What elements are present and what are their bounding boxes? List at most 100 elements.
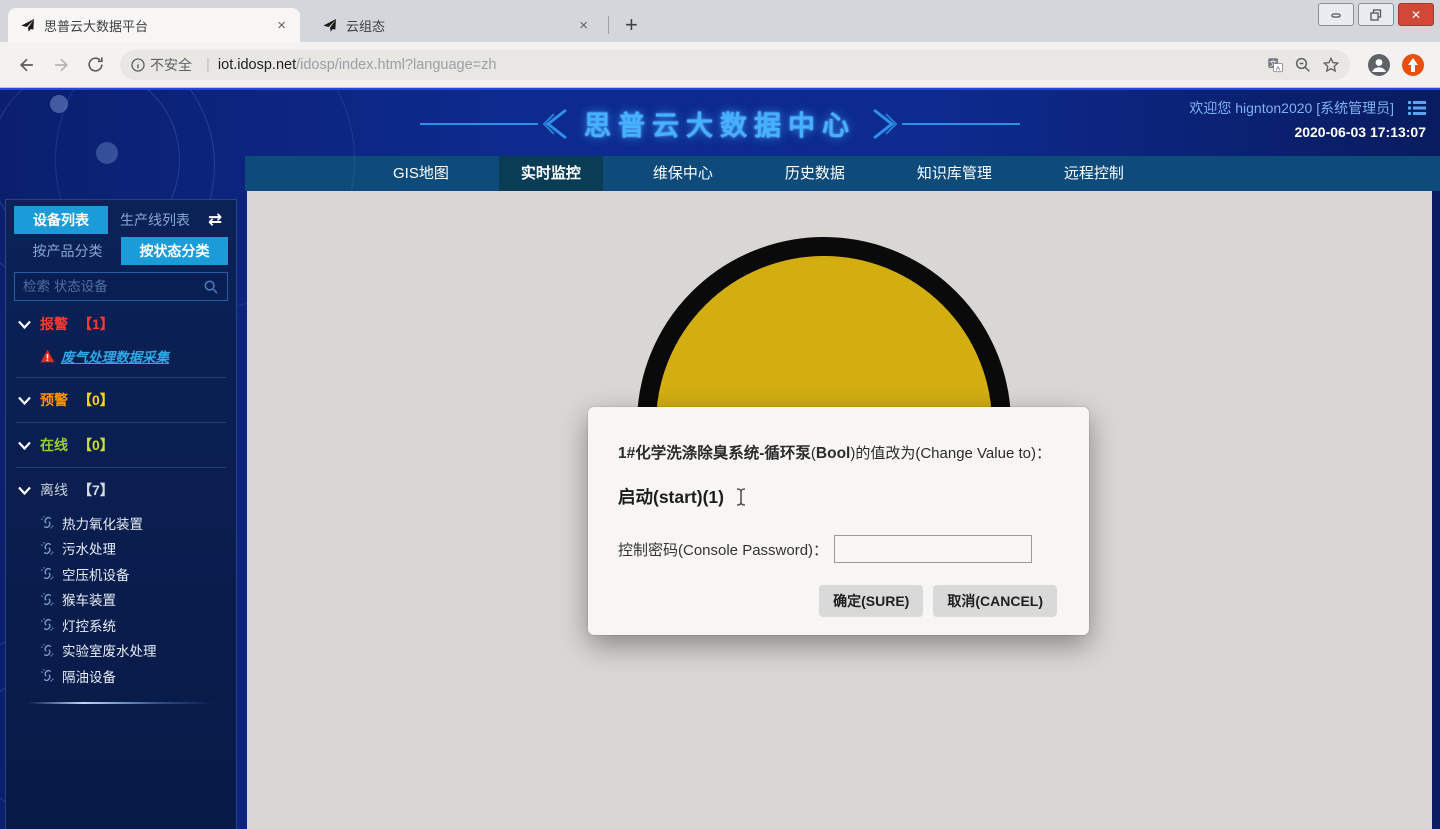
close-tab-icon[interactable]: × (575, 17, 592, 34)
alarm-warning-icon (40, 349, 55, 363)
alarm-device-item[interactable]: 废气处理数据采集 (40, 344, 228, 368)
device-label: 实验室废水处理 (62, 640, 157, 660)
device-label: 猴车装置 (62, 589, 116, 609)
browser-tab-strip: 思普云大数据平台 × 云组态 × + ✕ (0, 0, 1440, 42)
chevron-down-icon[interactable] (18, 396, 40, 405)
main-nav: GIS地图 实时监控 维保中心 历史数据 知识库管理 远程控制 (245, 156, 1440, 191)
offline-device-item[interactable]: 热力氧化装置 (40, 510, 228, 536)
chevron-down-icon[interactable] (18, 320, 40, 329)
url-separator: | (206, 56, 210, 73)
tree-group-online[interactable]: 在线 【0】 (18, 432, 228, 458)
tab-title: 云组态 (346, 16, 575, 35)
chevron-down-icon[interactable] (18, 441, 40, 450)
change-value-dialog: 1#化学洗涤除臭系统-循环泵(Bool)的值改为(Change Value to… (588, 407, 1089, 635)
close-window-button[interactable]: ✕ (1398, 3, 1434, 26)
title-right-decoration (870, 106, 1020, 142)
group-label: 在线 (40, 435, 68, 455)
url-text: iot.idosp.net/idosp/index.html?language=… (218, 57, 1256, 73)
translate-icon[interactable]: 文A (1266, 56, 1284, 74)
datetime-text: 2020-06-03 17:13:07 (1189, 124, 1426, 140)
group-count: 【1】 (78, 314, 114, 334)
svg-text:A: A (1276, 65, 1281, 72)
welcome-text: 欢迎您 hignton2020 [系统管理员] (1189, 98, 1394, 118)
password-row: 控制密码(Console Password)： (618, 535, 1059, 563)
unlink-icon (40, 617, 55, 632)
tree-group-warning[interactable]: 预警 【0】 (18, 387, 228, 413)
device-label: 灯控系统 (62, 615, 116, 635)
chevron-down-icon[interactable] (18, 486, 40, 495)
back-icon[interactable] (10, 48, 44, 82)
dialog-buttons: 确定(SURE) 取消(CANCEL) (618, 585, 1059, 617)
offline-device-item[interactable]: 污水处理 (40, 536, 228, 562)
sure-button[interactable]: 确定(SURE) (819, 585, 923, 617)
offline-device-item[interactable]: 隔油设备 (40, 663, 228, 689)
new-tab-button[interactable]: + (615, 12, 648, 38)
page-title: 思普云大数据中心 (584, 104, 856, 143)
nav-item-gis[interactable]: GIS地图 (371, 156, 471, 191)
divider (16, 422, 226, 423)
alarm-device-link[interactable]: 废气处理数据采集 (61, 346, 169, 366)
address-bar[interactable]: 不安全 | iot.idosp.net/idosp/index.html?lan… (120, 50, 1350, 80)
value-type: Bool (816, 445, 850, 462)
profile-avatar-icon[interactable] (1362, 48, 1396, 82)
tab-production-line-list[interactable]: 生产线列表 (108, 206, 202, 234)
close-tab-icon[interactable]: × (273, 17, 290, 34)
browser-tab-active[interactable]: 思普云大数据平台 × (8, 8, 300, 42)
device-search-box (14, 272, 228, 301)
menu-list-icon[interactable] (1408, 100, 1426, 116)
divider (16, 467, 226, 468)
app-favicon-icon (322, 17, 338, 33)
tab-device-list[interactable]: 设备列表 (14, 206, 108, 234)
group-label: 报警 (40, 314, 68, 334)
nav-item-history[interactable]: 历史数据 (763, 156, 867, 191)
tree-group-offline[interactable]: 离线 【7】 (18, 477, 228, 503)
nav-item-maintenance[interactable]: 维保中心 (631, 156, 735, 191)
dialog-value-line: 启动(start)(1) (618, 484, 1059, 509)
app-header: 思普云大数据中心 欢迎您 hignton2020 [系统管理员] 2020-06… (0, 90, 1440, 156)
device-label: 热力氧化装置 (62, 513, 143, 533)
group-label: 预警 (40, 390, 68, 410)
group-count: 【0】 (78, 390, 114, 410)
web-page: 思普云大数据中心 欢迎您 hignton2020 [系统管理员] 2020-06… (0, 88, 1440, 829)
nav-item-realtime[interactable]: 实时监控 (499, 156, 603, 191)
search-icon[interactable] (203, 279, 219, 295)
screen: 思普云大数据平台 × 云组态 × + ✕ (0, 0, 1440, 829)
info-icon[interactable] (130, 57, 146, 73)
nav-item-remote[interactable]: 远程控制 (1042, 156, 1146, 191)
zoom-icon[interactable] (1294, 56, 1312, 74)
new-value-text: 启动(start)(1) (618, 484, 724, 509)
offline-device-item[interactable]: 实验室废水处理 (40, 638, 228, 664)
status-tree: 报警 【1】 废气处理数据采集 (14, 311, 228, 704)
console-password-input[interactable] (834, 535, 1032, 563)
unlink-icon (40, 643, 55, 658)
url-path: /idosp/index.html?language=zh (296, 57, 496, 73)
dialog-message-text: )的值改为(Change Value to)： (850, 445, 1051, 462)
device-label: 污水处理 (62, 538, 116, 558)
offline-device-item[interactable]: 空压机设备 (40, 561, 228, 587)
offline-device-item[interactable]: 灯控系统 (40, 612, 228, 638)
browser-toolbar: 不安全 | iot.idosp.net/idosp/index.html?lan… (0, 42, 1440, 88)
tree-group-alarm[interactable]: 报警 【1】 (18, 311, 228, 337)
title-left-decoration (420, 106, 570, 142)
minimize-button[interactable] (1318, 3, 1354, 26)
unlink-icon (40, 515, 55, 530)
password-label: 控制密码(Console Password)： (618, 539, 828, 560)
extension-icon[interactable] (1396, 48, 1430, 82)
bookmark-star-icon[interactable] (1322, 56, 1340, 74)
unlink-icon (40, 541, 55, 556)
search-input[interactable] (23, 279, 203, 294)
browser-tab-inactive[interactable]: 云组态 × (310, 8, 602, 42)
forward-icon[interactable] (44, 48, 78, 82)
offline-device-item[interactable]: 猴车装置 (40, 587, 228, 613)
dialog-message: 1#化学洗涤除臭系统-循环泵(Bool)的值改为(Change Value to… (618, 443, 1059, 465)
swap-icon[interactable]: ⇄ (202, 210, 228, 230)
restore-button[interactable] (1358, 3, 1394, 26)
reload-icon[interactable] (78, 48, 112, 82)
cancel-button[interactable]: 取消(CANCEL) (933, 585, 1057, 617)
window-controls: ✕ (1318, 3, 1434, 26)
tab-by-product[interactable]: 按产品分类 (14, 237, 121, 265)
nav-item-knowledge[interactable]: 知识库管理 (895, 156, 1014, 191)
tab-divider (608, 16, 609, 34)
tab-by-status[interactable]: 按状态分类 (121, 237, 228, 265)
glow-divider (28, 702, 214, 704)
